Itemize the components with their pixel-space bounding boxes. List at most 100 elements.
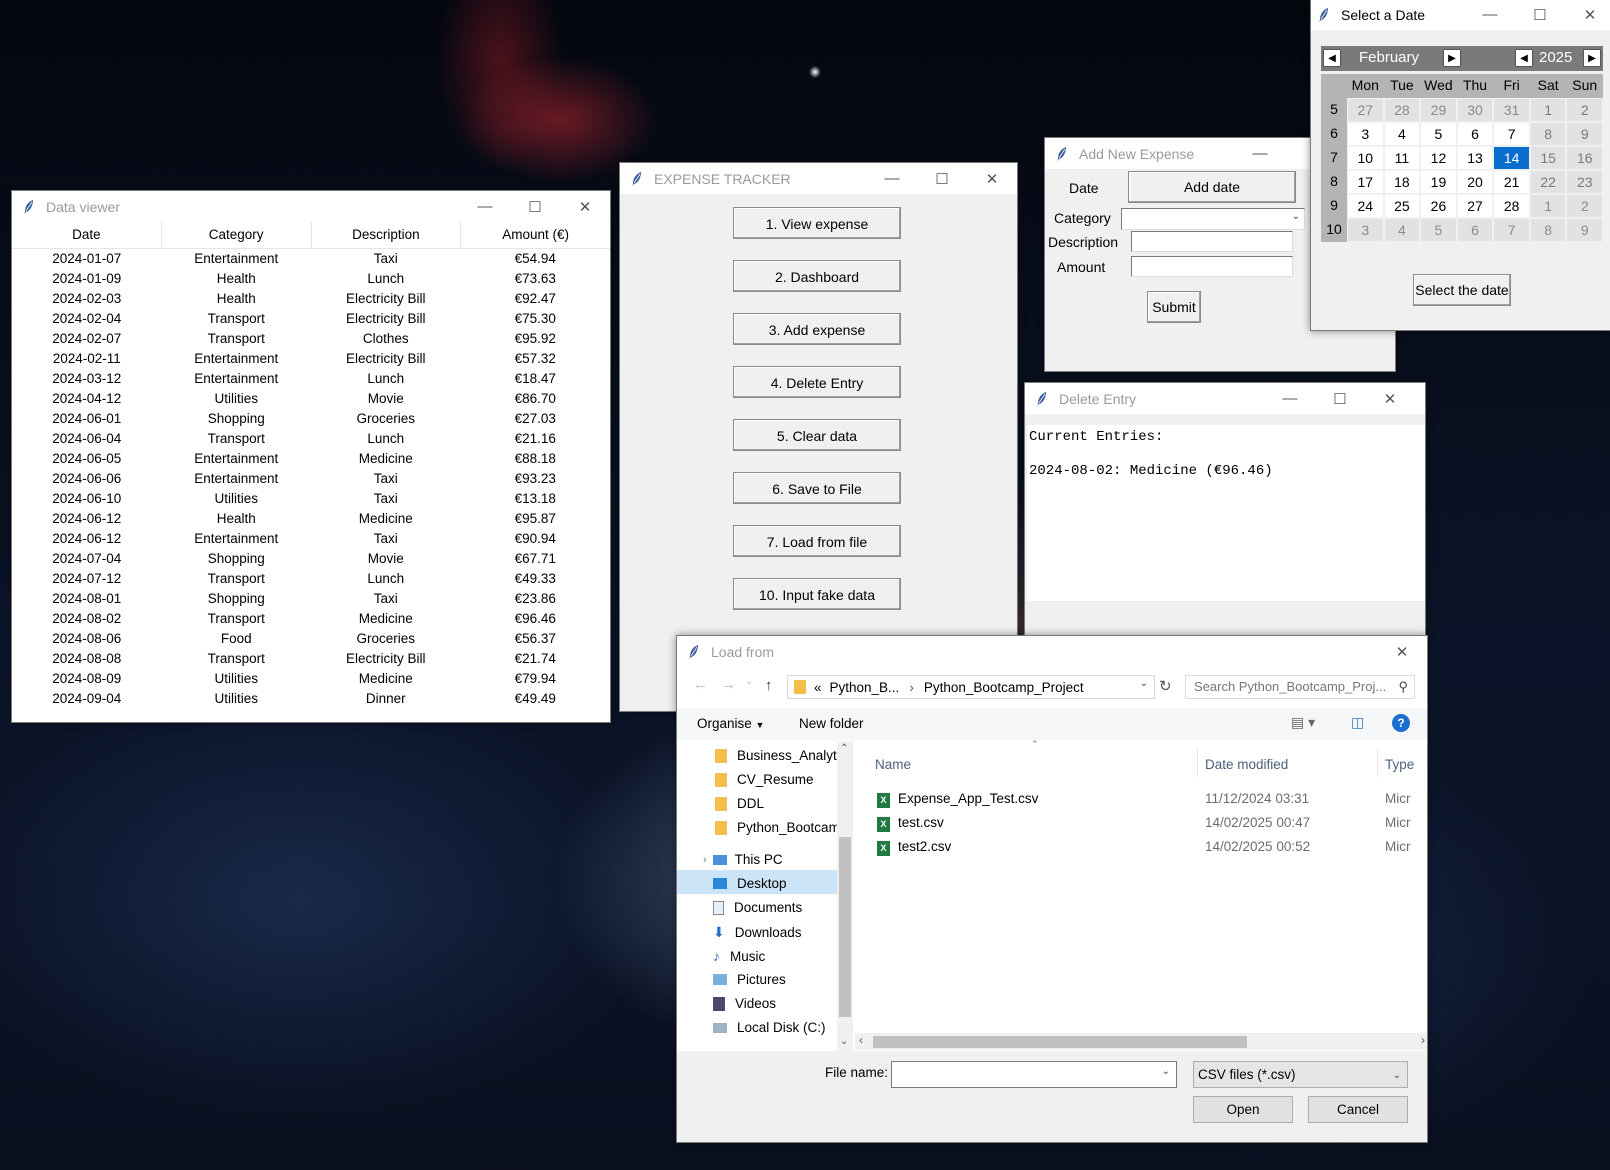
calendar-day[interactable]: 3 (1348, 219, 1383, 241)
view-options-icon[interactable]: ▤ ▾ (1291, 714, 1315, 731)
calendar-day[interactable]: 4 (1384, 123, 1420, 145)
table-row[interactable]: 2024-06-04 Transport Lunch €21.16 (12, 429, 610, 449)
calendar-day[interactable]: 22 (1530, 171, 1566, 193)
nav-pc-item-videos[interactable]: Videos (713, 996, 776, 1011)
calendar-day[interactable]: 8 (1530, 123, 1566, 145)
scroll-right-icon[interactable]: › (1421, 1033, 1425, 1047)
breadcrumb-item[interactable]: Python_B... (830, 680, 900, 695)
horizontal-scrollbar[interactable]: ‹ › (855, 1033, 1427, 1050)
load-from-file-button[interactable]: 7. Load from file (733, 525, 901, 557)
column-header-name[interactable]: Name (875, 757, 911, 772)
entry-line[interactable]: 2024-08-02: Medicine (€96.46) (1029, 463, 1273, 479)
close-icon[interactable]: ✕ (1565, 0, 1610, 30)
nav-pc-item-local-disk[interactable]: Local Disk (C:) (713, 1020, 826, 1035)
scrollbar-thumb[interactable] (873, 1036, 1247, 1048)
view-expense-button[interactable]: 1. View expense (733, 207, 901, 239)
minimize-icon[interactable]: — (1265, 383, 1315, 414)
amount-input[interactable] (1131, 256, 1293, 277)
expense-tracker-titlebar[interactable]: EXPENSE TRACKER — ☐ ✕ (620, 163, 1017, 194)
clear-data-button[interactable]: 5. Clear data (733, 419, 901, 451)
table-row[interactable]: 2024-02-03 Health Electricity Bill €92.47 (12, 289, 610, 309)
maximize-icon[interactable]: ☐ (1315, 383, 1365, 414)
calendar-day[interactable]: 8 (1530, 219, 1566, 241)
minimize-icon[interactable]: — (1235, 138, 1285, 169)
calendar-day[interactable]: 27 (1457, 195, 1493, 217)
table-row[interactable]: 2024-08-01 Shopping Taxi €23.86 (12, 589, 610, 609)
calendar-day[interactable]: 25 (1384, 195, 1420, 217)
calendar-day[interactable]: 26 (1421, 195, 1456, 217)
nav-this-pc[interactable]: › This PC (703, 852, 783, 867)
scroll-up-icon[interactable]: ⌃ (840, 743, 848, 754)
prev-month-icon[interactable]: ◀ (1323, 49, 1341, 67)
table-row[interactable]: 2024-08-08 Transport Electricity Bill €21.7… (12, 649, 610, 669)
refresh-icon[interactable]: ↻ (1159, 677, 1172, 695)
calendar-day[interactable]: 23 (1567, 171, 1603, 193)
add-date-button[interactable]: Add date (1128, 171, 1296, 203)
column-header-date-modified[interactable]: Date modified (1205, 757, 1288, 772)
prev-year-icon[interactable]: ◀ (1515, 49, 1533, 67)
column-header-amount[interactable]: Amount (€) (461, 222, 610, 248)
table-row[interactable]: 2024-06-01 Shopping Groceries €27.03 (12, 409, 610, 429)
calendar-day[interactable]: 13 (1457, 147, 1493, 169)
table-row[interactable]: 2024-02-07 Transport Clothes €95.92 (12, 329, 610, 349)
column-header-type[interactable]: Type (1385, 757, 1425, 772)
calendar-day[interactable]: 9 (1567, 123, 1603, 145)
calendar-day[interactable]: 3 (1348, 123, 1383, 145)
table-row[interactable]: 2024-06-06 Entertainment Taxi €93.23 (12, 469, 610, 489)
close-icon[interactable]: ✕ (560, 191, 610, 222)
chevron-down-icon[interactable]: ⌄ (1393, 1063, 1401, 1088)
calendar-day[interactable]: 5 (1421, 219, 1456, 241)
calendar-day[interactable]: 24 (1348, 195, 1383, 217)
calendar-day[interactable]: 7 (1494, 123, 1529, 145)
close-icon[interactable]: ✕ (1365, 383, 1415, 414)
calendar-day[interactable]: 2 (1567, 99, 1603, 121)
calendar-day[interactable]: 6 (1457, 123, 1493, 145)
table-row[interactable]: 2024-06-12 Health Medicine €95.87 (12, 509, 610, 529)
nav-scrollbar[interactable]: ⌃ ⌄ (837, 741, 853, 1051)
calendar-day[interactable]: 28 (1494, 195, 1529, 217)
organise-menu[interactable]: Organise ▼ (697, 716, 764, 731)
breadcrumb-item[interactable]: Python_Bootcamp_Project (924, 680, 1084, 695)
nav-folder-item[interactable]: DDL (715, 796, 764, 811)
file-row[interactable]: Xtest.csv 14/02/2025 00:47 Micr (877, 815, 1427, 835)
input-fake-data-button[interactable]: 10. Input fake data (733, 578, 901, 610)
nav-pc-item-documents[interactable]: Documents (713, 900, 802, 915)
column-header-category[interactable]: Category (162, 222, 312, 248)
nav-pc-item-downloads[interactable]: ⬇ Downloads (713, 924, 802, 941)
search-icon[interactable]: ⚲ (1398, 676, 1408, 698)
cancel-button[interactable]: Cancel (1308, 1096, 1408, 1123)
table-row[interactable]: 2024-07-04 Shopping Movie €67.71 (12, 549, 610, 569)
calendar-day-selected[interactable]: 14 (1494, 147, 1529, 169)
new-folder-button[interactable]: New folder (799, 716, 864, 731)
add-expense-button[interactable]: 3. Add expense (733, 313, 901, 345)
table-row[interactable]: 2024-02-04 Transport Electricity Bill €75.3… (12, 309, 610, 329)
file-row[interactable]: Xtest2.csv 14/02/2025 00:52 Micr (877, 839, 1427, 859)
filename-input[interactable]: ⌄ (891, 1061, 1177, 1088)
close-icon[interactable]: ✕ (1377, 636, 1427, 667)
nav-folder-item[interactable]: CV_Resume (715, 772, 814, 787)
scroll-down-icon[interactable]: ⌄ (840, 1036, 848, 1047)
filetype-select[interactable]: CSV files (*.csv) ⌄ (1193, 1061, 1408, 1088)
forward-icon[interactable]: → (721, 676, 736, 693)
select-date-button[interactable]: Select the date (1413, 274, 1511, 306)
calendar-day[interactable]: 1 (1530, 99, 1566, 121)
delete-entry-titlebar[interactable]: Delete Entry — ☐ ✕ (1025, 383, 1425, 414)
calendar-day[interactable]: 28 (1384, 99, 1420, 121)
calendar-day[interactable]: 1 (1530, 195, 1566, 217)
calendar-day[interactable]: 31 (1494, 99, 1529, 121)
calendar-day[interactable]: 12 (1421, 147, 1456, 169)
calendar-day[interactable]: 2 (1567, 195, 1603, 217)
calendar-day[interactable]: 5 (1421, 123, 1456, 145)
table-row[interactable]: 2024-08-02 Transport Medicine €96.46 (12, 609, 610, 629)
column-header-description[interactable]: Description (312, 222, 462, 248)
save-to-file-button[interactable]: 6. Save to File (733, 472, 901, 504)
data-viewer-titlebar[interactable]: Data viewer — ☐ ✕ (12, 191, 610, 222)
calendar-day[interactable]: 19 (1421, 171, 1456, 193)
calendar-day[interactable]: 27 (1348, 99, 1383, 121)
calendar-day[interactable]: 21 (1494, 171, 1529, 193)
up-icon[interactable]: ↑ (765, 677, 773, 694)
table-row[interactable]: 2024-09-04 Utilities Dinner €49.49 (12, 689, 610, 709)
recent-chevron-icon[interactable]: ⌄ (745, 676, 753, 687)
maximize-icon[interactable]: ☐ (510, 191, 560, 222)
file-row[interactable]: X Expense_App_Test.csv 11/12/2024 03:31 M… (877, 791, 1427, 811)
